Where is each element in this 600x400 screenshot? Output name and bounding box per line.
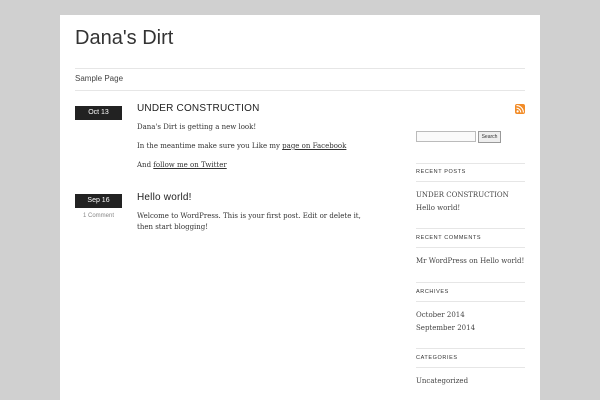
recent-comment-item: Mr WordPress on Hello world! — [416, 257, 524, 265]
category-link[interactable]: Uncategorized — [416, 377, 468, 385]
post-date-badge: Oct 13 — [75, 106, 122, 120]
recent-post-link[interactable]: Hello world! — [416, 204, 460, 212]
comment-author-link[interactable]: Mr WordPress — [416, 257, 467, 265]
nav-divider — [75, 90, 525, 91]
facebook-page-link[interactable]: page on Facebook — [282, 142, 346, 150]
archives-heading: ARCHIVES — [416, 289, 449, 295]
post-text-span: And — [137, 161, 154, 169]
sidebar-divider — [416, 282, 525, 283]
sidebar-divider — [416, 348, 525, 349]
categories-heading: CATEGORIES — [416, 355, 458, 361]
comments-link[interactable]: 1 Comment — [75, 213, 122, 219]
post-paragraph: And follow me on Twitter — [137, 160, 377, 171]
sidebar-divider — [416, 367, 525, 368]
twitter-follow-link[interactable]: follow me on Twitter — [153, 161, 226, 169]
post-text-span: In the meantime make sure you Like my — [137, 142, 283, 150]
sidebar-divider — [416, 301, 525, 302]
post-paragraph: Dana's Dirt is getting a new look! — [137, 123, 257, 131]
sidebar-divider — [416, 228, 525, 229]
search-input[interactable] — [416, 131, 476, 142]
post-paragraph: Welcome to WordPress. This is your first… — [137, 212, 361, 231]
post-paragraph: In the meantime make sure you Like my pa… — [137, 141, 377, 152]
post-title[interactable]: UNDER CONSTRUCTION — [137, 103, 260, 114]
header-divider — [75, 68, 525, 69]
rss-icon[interactable] — [515, 104, 525, 114]
archive-link[interactable]: October 2014 — [416, 311, 465, 319]
site-title[interactable]: Dana's Dirt — [75, 27, 173, 50]
sidebar-divider — [416, 181, 525, 182]
comment-on-text: on — [466, 257, 481, 265]
recent-posts-heading: RECENT POSTS — [416, 169, 466, 175]
page-container: Dana's Dirt Sample Page Oct 13 UNDER CON… — [60, 15, 540, 400]
archive-link[interactable]: September 2014 — [416, 324, 475, 332]
sidebar-divider — [416, 163, 525, 164]
post-title[interactable]: Hello world! — [137, 192, 192, 203]
search-button[interactable]: Search — [478, 131, 501, 143]
nav-item-sample-page[interactable]: Sample Page — [75, 74, 123, 83]
recent-comments-heading: RECENT COMMENTS — [416, 235, 482, 241]
comment-post-link[interactable]: Hello world! — [480, 257, 524, 265]
sidebar-divider — [416, 247, 525, 248]
recent-post-link[interactable]: UNDER CONSTRUCTION — [416, 191, 509, 199]
post-date-badge: Sep 16 — [75, 194, 122, 208]
